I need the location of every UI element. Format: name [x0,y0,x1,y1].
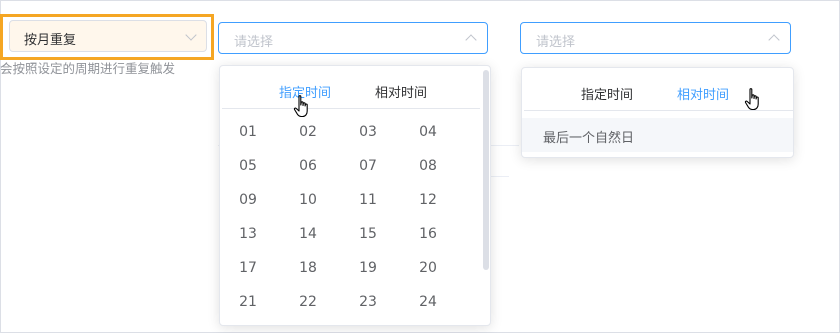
repeat-hint: 会按照设定的周期进行重复触发 [0,61,176,76]
day-option[interactable]: 20 [408,260,448,276]
day-option[interactable]: 24 [408,294,448,310]
day-option[interactable]: 21 [228,294,268,310]
relative-select-placeholder: 请选择 [536,35,576,50]
day-select-relative[interactable]: 请选择 [520,22,791,54]
tab-specified-time[interactable]: 指定时间 [581,84,633,103]
day-option[interactable]: 15 [348,226,388,242]
tab-relative-time[interactable]: 相对时间 [677,84,729,103]
day-option[interactable]: 19 [348,260,388,276]
chevron-up-icon [465,34,477,46]
repeat-mode-value: 按月重复 [24,33,77,48]
day-option[interactable]: 05 [228,158,268,174]
day-option[interactable]: 18 [288,260,328,276]
day-option[interactable]: 03 [348,124,388,140]
day-option[interactable]: 09 [228,192,268,208]
option-label: 最后一个自然日 [543,131,635,146]
divider [489,176,509,177]
day-option[interactable]: 16 [408,226,448,242]
tab-relative-time[interactable]: 相对时间 [375,82,427,101]
option-last-natural-day[interactable]: 最后一个自然日 [522,118,793,152]
day-option[interactable]: 07 [348,158,388,174]
day-option[interactable]: 02 [288,124,328,140]
day-option[interactable]: 22 [288,294,328,310]
day-option[interactable]: 01 [228,124,268,140]
divider [489,145,519,146]
chevron-up-icon [768,34,780,46]
day-option[interactable]: 13 [228,226,268,242]
dropdown-tabs: 指定时间 相对时间 [220,66,490,110]
repeat-mode-select[interactable]: 按月重复 [9,20,207,52]
day-option[interactable]: 08 [408,158,448,174]
tab-divider [222,108,480,109]
day-option[interactable]: 17 [228,260,268,276]
day-option[interactable]: 23 [348,294,388,310]
day-dropdown-panel: 指定时间 相对时间 01 02 03 04 05 06 07 08 09 10 … [219,65,491,326]
day-option[interactable]: 06 [288,158,328,174]
hand-pointer-icon [293,95,308,118]
day-option[interactable]: 10 [288,192,328,208]
day-select-specified[interactable]: 请选择 [218,22,488,54]
day-select-placeholder: 请选择 [234,35,274,50]
day-option[interactable]: 04 [408,124,448,140]
day-option[interactable]: 14 [288,226,328,242]
hand-pointer-icon [744,88,759,111]
day-option[interactable]: 12 [408,192,448,208]
dropdown-scrollbar[interactable] [483,70,489,270]
day-option[interactable]: 11 [348,192,388,208]
chevron-down-icon [185,29,197,41]
